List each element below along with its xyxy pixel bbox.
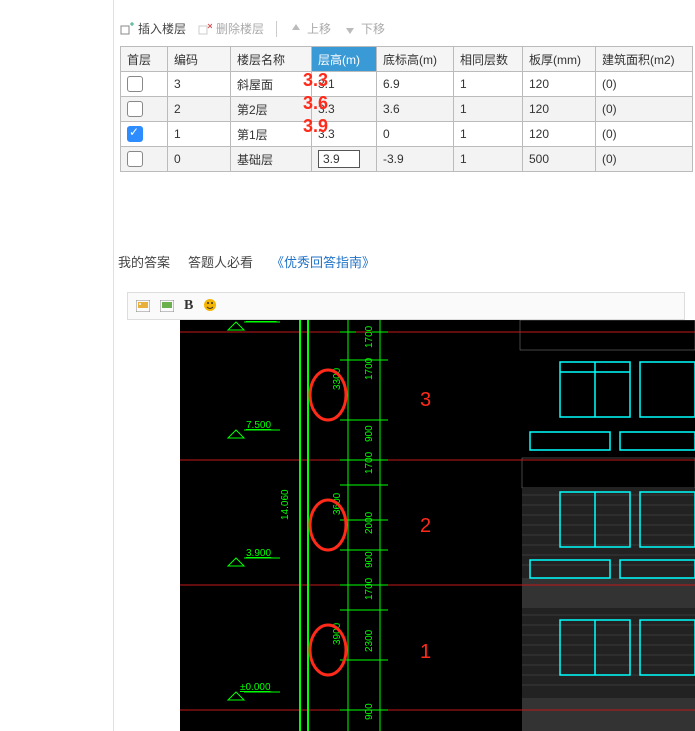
cell-slab[interactable]: 120 <box>523 97 596 122</box>
cell-same[interactable]: 1 <box>454 72 523 97</box>
svg-text:1700: 1700 <box>364 325 375 348</box>
cell-base[interactable]: 6.9 <box>377 72 454 97</box>
bold-button[interactable]: B <box>184 298 193 314</box>
col-name[interactable]: 楼层名称 <box>231 47 312 72</box>
cell-name[interactable]: 第1层 <box>231 122 312 147</box>
insert-label: 插入楼层 <box>138 20 186 37</box>
annotation-circle-2 <box>310 500 346 550</box>
annotation-circle-1 <box>310 625 346 675</box>
cell-base[interactable]: -3.9 <box>377 147 454 172</box>
insert-icon <box>120 22 134 36</box>
cell-same[interactable]: 1 <box>454 97 523 122</box>
cell-code[interactable]: 0 <box>168 147 231 172</box>
overlay-value-3: 3.9 <box>303 116 328 137</box>
table-row[interactable]: 0 基础层 3.9 -3.9 1 500 (0) <box>121 147 693 172</box>
cell-base[interactable]: 0 <box>377 122 454 147</box>
col-height[interactable]: 层高(m) <box>312 47 377 72</box>
cell-name[interactable]: 第2层 <box>231 97 312 122</box>
delete-floor-button[interactable]: 删除楼层 <box>198 20 264 37</box>
insert-image-icon[interactable] <box>136 300 150 312</box>
col-code[interactable]: 编码 <box>168 47 231 72</box>
svg-text:2000: 2000 <box>364 511 375 534</box>
cad-drawing: 10.000 7.500 3.900 ±0.000 14.060 3300 36… <box>180 320 695 731</box>
up-label: 上移 <box>307 20 331 37</box>
cell-name[interactable]: 斜屋面 <box>231 72 312 97</box>
cell-area[interactable]: (0) <box>596 97 693 122</box>
toolbar-separator <box>276 21 277 37</box>
col-slab[interactable]: 板厚(mm) <box>523 47 596 72</box>
annotation-circle-3 <box>310 370 346 420</box>
delete-icon <box>198 22 212 36</box>
insert-image2-icon[interactable] <box>160 300 174 312</box>
first-checkbox[interactable] <box>127 76 143 92</box>
table-row[interactable]: 1 第1层 3.3 0 1 120 (0) <box>121 122 693 147</box>
svg-text:1700: 1700 <box>364 357 375 380</box>
move-up-button[interactable]: 上移 <box>289 20 331 37</box>
mark-2: 2 <box>420 515 431 537</box>
overlay-value-2: 3.6 <box>303 93 328 114</box>
svg-text:1700: 1700 <box>364 451 375 474</box>
building-facade <box>520 320 695 731</box>
link-guide[interactable]: 《优秀回答指南》 <box>271 252 375 271</box>
arrow-down-icon <box>343 22 357 36</box>
editor-toolbar: B <box>127 292 685 320</box>
svg-text:7.500: 7.500 <box>246 420 271 431</box>
floor-table[interactable]: 首层 编码 楼层名称 层高(m) 底标高(m) 相同层数 板厚(mm) 建筑面积… <box>120 46 693 172</box>
svg-text:3.900: 3.900 <box>246 548 271 559</box>
cell-name[interactable]: 基础层 <box>231 147 312 172</box>
col-first[interactable]: 首层 <box>121 47 168 72</box>
tab-my-answer[interactable]: 我的答案 <box>118 252 170 271</box>
mark-3: 3 <box>420 389 431 411</box>
col-same[interactable]: 相同层数 <box>454 47 523 72</box>
cell-height-input[interactable]: 3.9 <box>318 150 360 168</box>
col-area[interactable]: 建筑面积(m2) <box>596 47 693 72</box>
svg-text:10.000: 10.000 <box>246 320 277 323</box>
cell-base[interactable]: 3.6 <box>377 97 454 122</box>
svg-text:900: 900 <box>364 551 375 568</box>
svg-text:900: 900 <box>364 703 375 720</box>
cell-code[interactable]: 1 <box>168 122 231 147</box>
svg-text:14.060: 14.060 <box>280 489 291 520</box>
move-down-button[interactable]: 下移 <box>343 20 385 37</box>
mark-1: 1 <box>420 641 431 663</box>
first-checkbox[interactable] <box>127 101 143 117</box>
cell-slab[interactable]: 500 <box>523 147 596 172</box>
table-row[interactable]: 2 第2层 3.3 3.6 1 120 (0) <box>121 97 693 122</box>
cell-area[interactable]: (0) <box>596 147 693 172</box>
table-header-row: 首层 编码 楼层名称 层高(m) 底标高(m) 相同层数 板厚(mm) 建筑面积… <box>121 47 693 72</box>
cell-same[interactable]: 1 <box>454 147 523 172</box>
cell-area[interactable]: (0) <box>596 72 693 97</box>
arrow-up-icon <box>289 22 303 36</box>
cell-code[interactable]: 3 <box>168 72 231 97</box>
svg-text:900: 900 <box>364 425 375 442</box>
table-row[interactable]: 3 斜屋面 3.1 6.9 1 120 (0) <box>121 72 693 97</box>
insert-floor-button[interactable]: 插入楼层 <box>120 20 186 37</box>
cell-slab[interactable]: 120 <box>523 122 596 147</box>
cell-same[interactable]: 1 <box>454 122 523 147</box>
down-label: 下移 <box>361 20 385 37</box>
svg-text:2300: 2300 <box>364 629 375 652</box>
cell-code[interactable]: 2 <box>168 97 231 122</box>
col-base[interactable]: 底标高(m) <box>377 47 454 72</box>
svg-text:1700: 1700 <box>364 577 375 600</box>
cell-slab[interactable]: 120 <box>523 72 596 97</box>
svg-text:±0.000: ±0.000 <box>240 682 271 693</box>
first-checkbox[interactable] <box>127 151 143 167</box>
cell-area[interactable]: (0) <box>596 122 693 147</box>
emoji-icon[interactable] <box>203 298 217 315</box>
tab-must-read[interactable]: 答题人必看 <box>188 252 253 271</box>
overlay-value-1: 3.3 <box>303 70 328 91</box>
first-checkbox[interactable] <box>127 126 143 142</box>
delete-label: 删除楼层 <box>216 20 264 37</box>
